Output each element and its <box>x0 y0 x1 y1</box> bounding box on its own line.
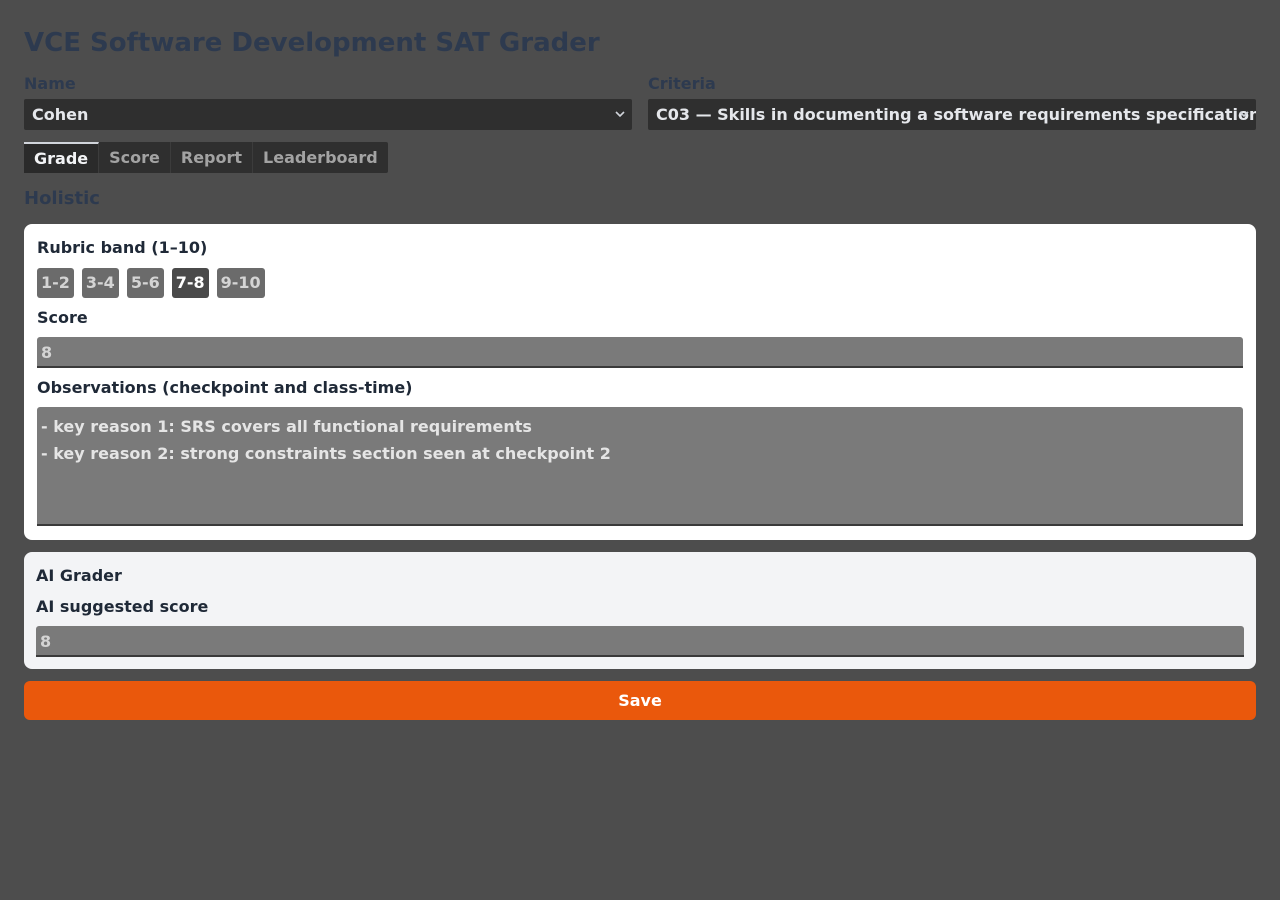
tab-report[interactable]: Report <box>171 142 254 173</box>
page-title: VCE Software Development SAT Grader <box>24 28 600 58</box>
band-button-3-4[interactable]: 3-4 <box>81 268 119 298</box>
observation-line: - key reason 2: strong constraints secti… <box>41 444 611 463</box>
criteria-label: Criteria <box>648 74 716 93</box>
ai-grader-title: AI Grader <box>36 566 122 585</box>
score-input[interactable]: 8 <box>37 337 1243 368</box>
ai-suggested-score-label: AI suggested score <box>36 597 209 616</box>
criteria-select[interactable]: C03 — Skills in documenting a software r… <box>648 99 1256 130</box>
observations-label: Observations (checkpoint and class-time) <box>37 378 413 397</box>
tab-bar: Grade Score Report Leaderboard <box>24 142 388 173</box>
rubric-band-label: Rubric band (1–10) <box>37 238 208 257</box>
tab-grade[interactable]: Grade <box>24 142 100 173</box>
tab-score[interactable]: Score <box>99 142 171 173</box>
band-button-9-10[interactable]: 9-10 <box>216 268 265 298</box>
name-select-value: Cohen <box>32 105 89 124</box>
criteria-field-group: Criteria C03 — Skills in documenting a s… <box>648 74 1256 130</box>
save-button[interactable]: Save <box>24 681 1256 720</box>
band-button-7-8[interactable]: 7-8 <box>171 268 209 298</box>
name-field-group: Name Cohen <box>24 74 632 130</box>
rubric-band-group: 1-2 3-4 5-6 7-8 9-10 <box>37 268 265 298</box>
criteria-select-value: C03 — Skills in documenting a software r… <box>656 105 1256 124</box>
name-label: Name <box>24 74 76 93</box>
band-button-5-6[interactable]: 5-6 <box>126 268 164 298</box>
chevron-down-icon <box>615 111 625 118</box>
section-heading: Holistic <box>24 188 100 209</box>
band-button-1-2[interactable]: 1-2 <box>37 268 74 298</box>
observations-textarea[interactable]: - key reason 1: SRS covers all functiona… <box>37 407 1243 526</box>
tab-leaderboard[interactable]: Leaderboard <box>253 142 388 173</box>
score-label: Score <box>37 308 88 327</box>
ai-grader-card: AI Grader AI suggested score 8 <box>24 552 1256 669</box>
observation-line: - key reason 1: SRS covers all functiona… <box>41 417 532 436</box>
holistic-card: Rubric band (1–10) 1-2 3-4 5-6 7-8 9-10 … <box>24 224 1256 540</box>
chevron-down-icon <box>1239 111 1249 118</box>
name-select[interactable]: Cohen <box>24 99 632 130</box>
ai-suggested-score-input[interactable]: 8 <box>36 626 1244 657</box>
